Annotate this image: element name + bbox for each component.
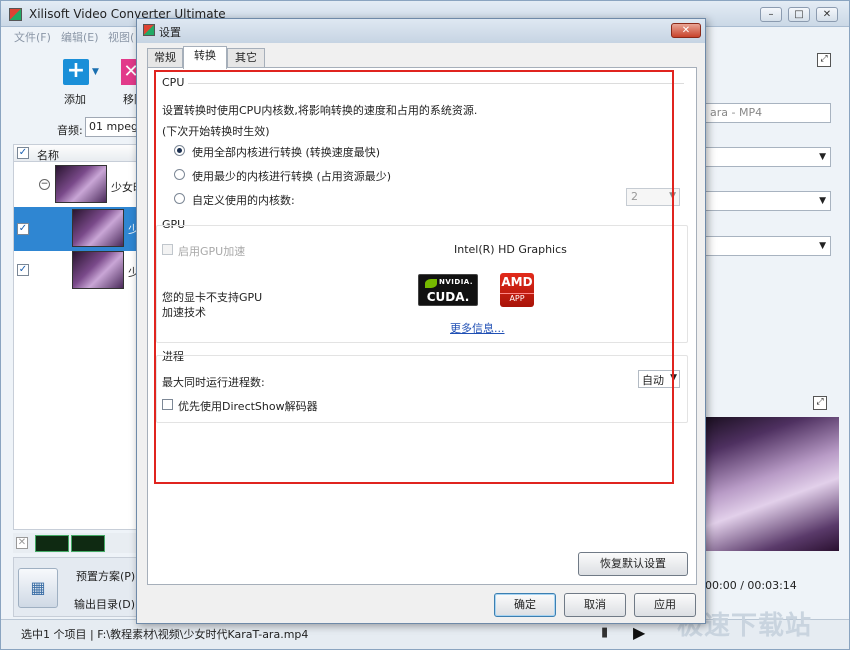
cpu-min-cores-radio[interactable] bbox=[174, 169, 185, 180]
gpu-accel-checkbox[interactable] bbox=[162, 244, 173, 255]
restore-defaults-button[interactable]: 恢复默认设置 bbox=[578, 552, 688, 576]
toolbar: + ▼ 添加 ✕ 移除 bbox=[1, 45, 141, 115]
conversion-tab-panel: CPU 设置转换时使用CPU内核数,将影响转换的速度和占用的系统资源. (下次开… bbox=[147, 67, 697, 585]
chevron-down-icon: ▼ bbox=[819, 152, 826, 162]
column-name-header[interactable]: 名称 bbox=[37, 147, 59, 163]
profile-area: ▦ 预置方案(P): 输出目录(D): bbox=[13, 557, 141, 617]
cpu-min-cores-label[interactable]: 使用最少的内核进行转换 (占用资源最少) bbox=[192, 168, 391, 184]
gpu-device-name: Intel(R) HD Graphics bbox=[454, 243, 567, 256]
dialog-title: 设置 bbox=[159, 26, 181, 39]
preview-time: 00:00 / 00:03:14 bbox=[705, 579, 797, 592]
gpu-graph bbox=[71, 535, 105, 552]
profile-name-field[interactable]: ara - MP4 bbox=[705, 103, 831, 123]
preview-expand-icon[interactable]: ⤢ bbox=[813, 396, 827, 410]
amd-logo-text: AMD bbox=[501, 275, 533, 289]
performance-bar: ✕ bbox=[13, 533, 141, 553]
directshow-checkbox[interactable] bbox=[162, 399, 173, 410]
max-process-select[interactable]: 自动 ▼ bbox=[638, 370, 680, 388]
option-dropdown[interactable]: ▼ bbox=[705, 191, 831, 211]
add-file-icon[interactable]: + bbox=[63, 59, 89, 85]
amd-app-logo: AMD APP bbox=[500, 273, 534, 307]
file-list-header: ✓ 名称 bbox=[13, 144, 141, 162]
cpu-description: 设置转换时使用CPU内核数,将影响转换的速度和占用的系统资源. bbox=[162, 104, 478, 117]
video-thumbnail[interactable] bbox=[72, 209, 124, 247]
dialog-titlebar: 设置 ✕ bbox=[137, 19, 705, 43]
expand-icon[interactable]: ⤢ bbox=[817, 53, 831, 67]
cpu-note: (下次开始转换时生效) bbox=[162, 125, 270, 138]
gpu-unsupported-line2: 加速技术 bbox=[162, 306, 206, 319]
add-dropdown-arrow-icon[interactable]: ▼ bbox=[92, 67, 99, 77]
item-checkbox[interactable]: ✓ bbox=[17, 264, 29, 276]
amd-app-text: APP bbox=[500, 293, 534, 303]
video-preview bbox=[705, 417, 839, 551]
list-item-selected[interactable]: ✓ 少 bbox=[14, 207, 140, 251]
option-dropdown[interactable]: ▼ bbox=[705, 147, 831, 167]
audio-track-select[interactable]: 01 mpeg4 bbox=[85, 117, 141, 137]
select-all-checkbox[interactable]: ✓ bbox=[17, 147, 29, 159]
cpu-group-title: CPU bbox=[162, 76, 185, 89]
log-book-icon[interactable]: ▮ bbox=[601, 625, 608, 640]
cuda-logo-text: CUDA. bbox=[426, 290, 470, 304]
menu-view[interactable]: 视图( bbox=[108, 29, 134, 45]
item-checkbox[interactable]: ✓ bbox=[17, 223, 29, 235]
apply-button[interactable]: 应用 bbox=[634, 593, 696, 617]
minimize-button[interactable]: – bbox=[760, 7, 782, 22]
video-thumbnail[interactable] bbox=[55, 165, 107, 203]
preset-label: 预置方案(P): bbox=[76, 570, 139, 583]
custom-cores-select[interactable]: 2 ▼ bbox=[626, 188, 680, 206]
custom-cores-value: 2 bbox=[631, 190, 638, 203]
cpu-custom-cores-label[interactable]: 自定义使用的内核数: bbox=[192, 192, 295, 208]
nvidia-logo-text: NVIDIA. bbox=[439, 278, 474, 286]
cpu-all-cores-radio[interactable] bbox=[174, 145, 185, 156]
more-info-link[interactable]: 更多信息... bbox=[450, 320, 505, 336]
cpu-graph bbox=[35, 535, 69, 552]
max-process-value: 自动 bbox=[642, 374, 664, 387]
maximize-button[interactable]: □ bbox=[788, 7, 810, 22]
nvidia-eye-icon bbox=[425, 279, 437, 288]
tab-conversion[interactable]: 转换 bbox=[183, 46, 227, 69]
settings-dialog: 设置 ✕ 常规 转换 其它 CPU 设置转换时使用CPU内核数,将影响转换的速度… bbox=[136, 18, 706, 624]
chevron-down-icon: ▼ bbox=[819, 241, 826, 251]
dialog-close-button[interactable]: ✕ bbox=[671, 23, 701, 38]
chevron-down-icon: ▼ bbox=[819, 196, 826, 206]
max-process-label: 最大同时运行进程数: bbox=[162, 376, 265, 389]
gpu-unsupported-line1: 您的显卡不支持GPU bbox=[162, 291, 263, 304]
option-dropdown[interactable]: ▼ bbox=[705, 236, 831, 256]
play-icon[interactable]: ▶ bbox=[633, 623, 645, 642]
ok-button[interactable]: 确定 bbox=[494, 593, 556, 617]
profile-device-icon[interactable]: ▦ bbox=[18, 568, 58, 608]
status-text: 选中1 个项目 | F:\教程素材\视频\少女时代KaraT-ara.mp4 bbox=[21, 628, 309, 641]
nvidia-cuda-logo: NVIDIA. CUDA. bbox=[418, 274, 478, 306]
directshow-label[interactable]: 优先使用DirectShow解码器 bbox=[178, 398, 318, 414]
cpu-all-cores-label[interactable]: 使用全部内核进行转换 (转换速度最快) bbox=[192, 144, 380, 160]
file-list: − 少女时 ✓ 少 ✓ 少 bbox=[13, 162, 141, 530]
chevron-down-icon: ▼ bbox=[670, 373, 677, 383]
gpu-accel-label[interactable]: 启用GPU加速 bbox=[178, 243, 245, 259]
chevron-down-icon: ▼ bbox=[669, 191, 676, 201]
collapse-group-icon[interactable]: − bbox=[39, 179, 50, 190]
menu-file[interactable]: 文件(F) bbox=[14, 29, 51, 45]
window-close-button[interactable]: ✕ bbox=[816, 7, 838, 22]
output-dir-label: 输出目录(D): bbox=[74, 598, 139, 611]
perf-close-icon[interactable]: ✕ bbox=[16, 537, 28, 549]
cancel-button[interactable]: 取消 bbox=[564, 593, 626, 617]
add-button-label[interactable]: 添加 bbox=[64, 91, 86, 107]
dialog-logo-icon bbox=[143, 24, 155, 36]
tab-general[interactable]: 常规 bbox=[147, 48, 183, 68]
cpu-custom-cores-radio[interactable] bbox=[174, 193, 185, 204]
app-logo-icon bbox=[9, 8, 22, 21]
menu-edit[interactable]: 编辑(E) bbox=[61, 29, 99, 45]
video-thumbnail[interactable] bbox=[72, 251, 124, 289]
group-divider bbox=[188, 83, 684, 84]
tab-other[interactable]: 其它 bbox=[227, 48, 265, 68]
audio-label: 音频: bbox=[57, 124, 83, 137]
